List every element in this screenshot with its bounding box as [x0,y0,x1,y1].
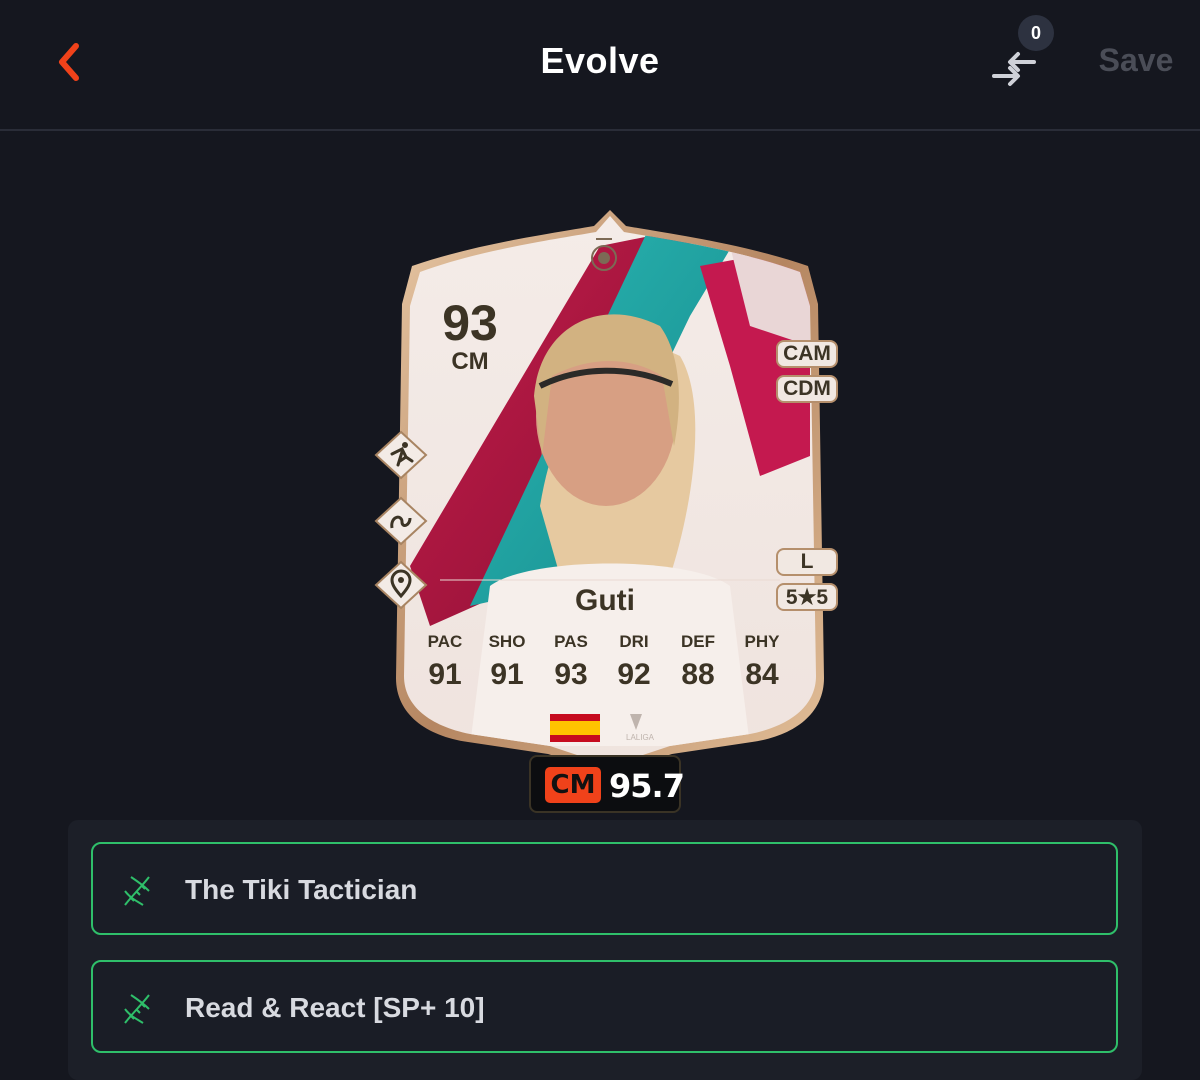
stat-label: SHO [488,632,526,651]
curve-pass-icon [374,496,428,546]
alt-position-1: CAM [776,340,838,368]
stat-value: 92 [617,658,651,691]
dna-icon [124,876,150,906]
runner-icon [374,430,428,480]
stat-value: 88 [681,658,715,691]
skills-weakfoot-badge: 5★5 [776,583,838,611]
compare-button[interactable] [988,48,1042,88]
stat-label: DEF [681,632,715,651]
stat-value: 91 [428,658,462,691]
location-pin-icon [374,560,428,610]
stat-label: DRI [619,632,649,651]
compare-arrows-icon [992,52,1036,86]
evolution-label: The Tiki Tactician [185,874,418,905]
stat-pas: PAS 93 [543,632,599,692]
stat-label: PAC [427,632,463,651]
card-position: CM [451,348,489,375]
evolution-item[interactable]: Read & React [SP+ 10] [91,960,1118,1053]
evolution-label: Read & React [SP+ 10] [185,992,485,1023]
rating-value: 95.7 [609,767,685,805]
player-name: Guti [575,584,635,617]
compare-count-badge: 0 [1018,15,1054,51]
save-button[interactable]: Save [1090,42,1182,79]
evolution-item[interactable]: The Tiki Tactician [91,842,1118,935]
stat-dri: DRI 92 [606,632,662,692]
playstyle-icon-2 [372,496,430,546]
stat-value: 84 [745,658,779,691]
stat-value: 93 [554,658,588,691]
stat-value: 91 [490,658,524,691]
playstyle-icon-3 [372,560,430,610]
stat-sho: SHO 91 [479,632,535,692]
stat-def: DEF 88 [670,632,726,692]
stat-phy: PHY 84 [734,632,790,692]
card-rating: 93 [442,295,498,351]
preferred-foot-badge: L [776,548,838,576]
stat-pac: PAC 91 [417,632,473,692]
stat-label: PHY [744,632,780,651]
playstyle-icon-1 [372,430,430,480]
alt-position-2: CDM [776,375,838,403]
dna-icon [124,994,150,1024]
rating-position: CM [545,767,601,803]
stat-label: PAS [554,632,588,651]
position-rating-pill: CM 95.7 [529,755,685,813]
top-bar: Evolve 0 Save [0,0,1200,131]
league-logo-text: LALIGA [626,733,655,742]
